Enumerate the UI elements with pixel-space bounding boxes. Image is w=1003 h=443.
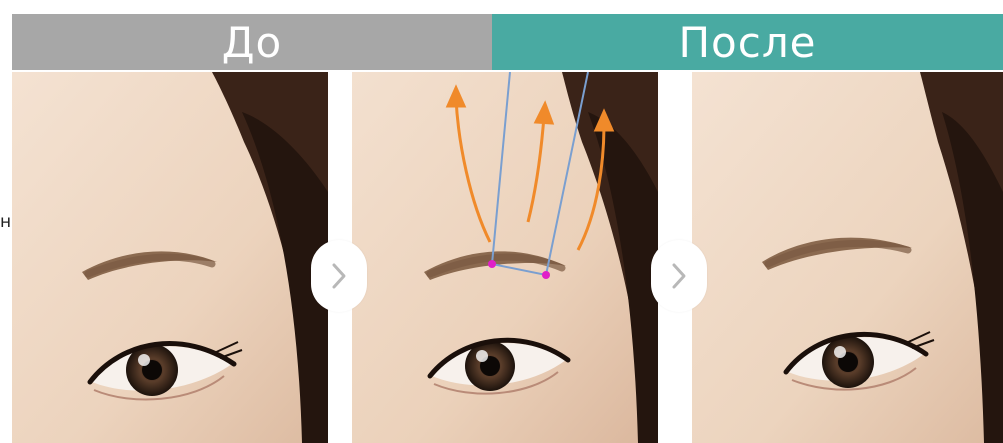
chevron-right-icon [672,263,686,289]
before-label: До [221,17,283,67]
next-button[interactable] [651,240,707,312]
before-photo [12,72,328,443]
procedure-photo [352,72,658,443]
after-label: После [678,17,817,67]
after-photo [692,72,1003,443]
stray-text: н [0,212,12,232]
chevron-right-icon [332,263,346,289]
after-label-bar: После [492,14,1003,70]
next-button[interactable] [311,240,367,312]
anchor-point [488,260,496,268]
anchor-point [542,271,550,279]
before-label-bar: До [12,14,492,70]
